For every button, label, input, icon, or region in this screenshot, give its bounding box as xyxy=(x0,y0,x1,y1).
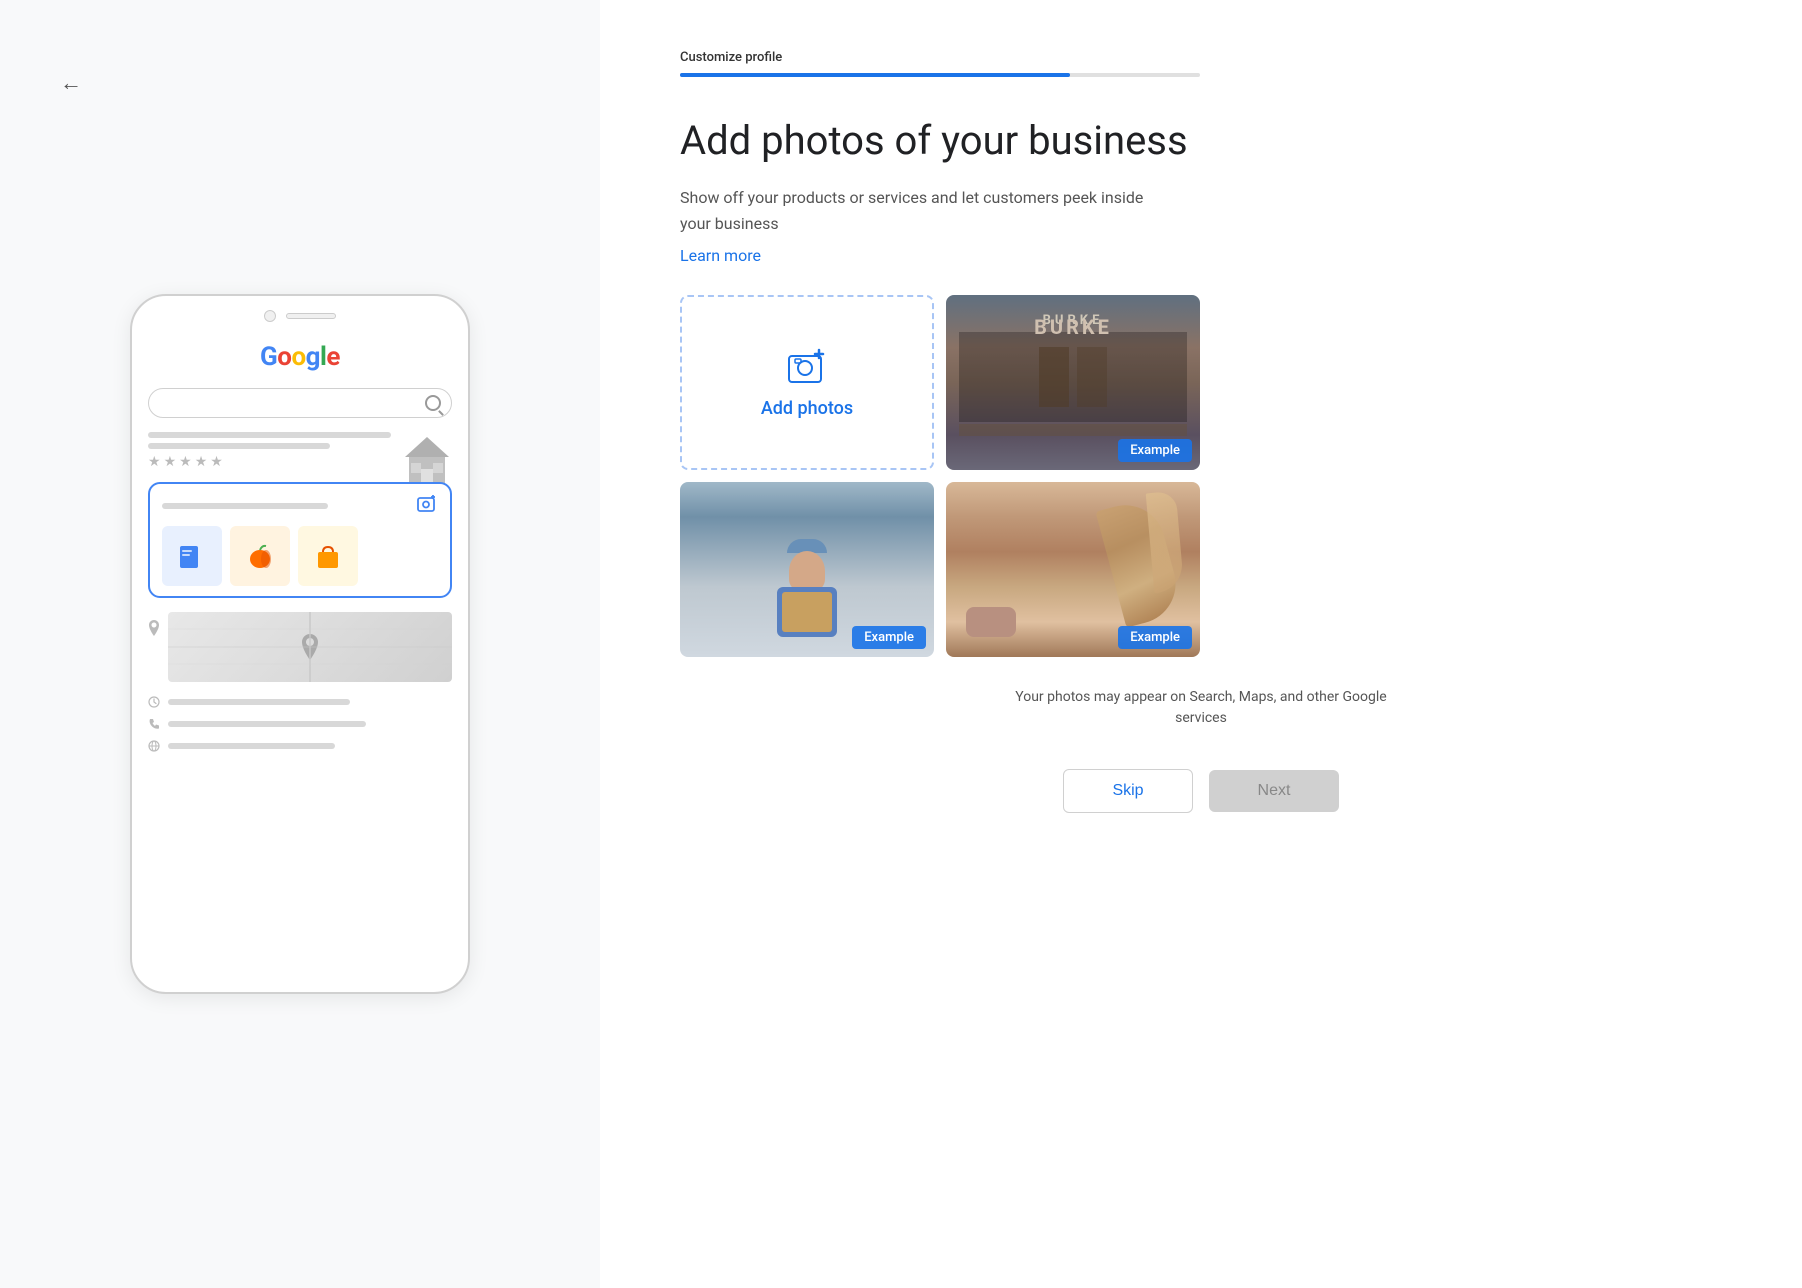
star-4: ★ xyxy=(195,454,208,470)
placeholder-line-2 xyxy=(148,443,330,449)
phone-search-bar xyxy=(148,388,452,418)
star-1: ★ xyxy=(148,454,161,470)
map-area xyxy=(148,612,452,682)
photo-grid: Add photos BURKE Example xyxy=(680,295,1200,657)
info-rows xyxy=(148,694,452,752)
learn-more-link[interactable]: Learn more xyxy=(680,246,1722,265)
google-logo: Google xyxy=(148,342,452,372)
location-icon xyxy=(148,620,160,636)
footer-note: Your photos may appear on Search, Maps, … xyxy=(1001,687,1401,729)
info-row-phone xyxy=(148,718,452,730)
phone-camera xyxy=(264,310,276,322)
example-photo-delivery: Example xyxy=(680,482,934,657)
example-photo-hair: Example xyxy=(946,482,1200,657)
star-3: ★ xyxy=(179,454,192,470)
phone-speaker xyxy=(286,313,336,319)
example-badge-burke: Example xyxy=(1118,439,1192,462)
info-row-hours xyxy=(148,696,452,708)
example-photo-burke: BURKE Example xyxy=(946,295,1200,470)
example-badge-hair: Example xyxy=(1118,626,1192,649)
thumb-2 xyxy=(230,526,290,586)
clock-icon xyxy=(148,696,160,708)
page-heading: Add photos of your business xyxy=(680,117,1240,165)
card-title-line xyxy=(162,503,328,509)
photo-card-header xyxy=(162,494,438,518)
progress-bar-container xyxy=(680,73,1200,77)
star-5: ★ xyxy=(210,454,223,470)
add-photo-icon-small xyxy=(416,494,438,518)
phone-top-bar xyxy=(132,296,468,328)
progress-label: Customize profile xyxy=(680,50,1722,65)
phone-mockup: Google ★ ★ ★ ★ ★ xyxy=(130,294,470,994)
map-grid xyxy=(168,612,452,682)
skip-button[interactable]: Skip xyxy=(1063,769,1193,813)
progress-section: Customize profile xyxy=(680,50,1722,77)
info-row-website xyxy=(148,740,452,752)
phone-content: Google ★ ★ ★ ★ ★ xyxy=(132,328,468,992)
thumb-3 xyxy=(298,526,358,586)
phone-icon xyxy=(148,718,160,730)
buttons-row: Skip Next xyxy=(680,769,1722,813)
right-panel: Customize profile Add photos of your bus… xyxy=(600,0,1802,1288)
add-photo-camera-icon xyxy=(785,346,829,386)
thumb-1 xyxy=(162,526,222,586)
search-icon xyxy=(425,395,441,411)
web-icon xyxy=(148,740,160,752)
add-photos-label: Add photos xyxy=(761,398,853,419)
add-photos-box[interactable]: Add photos xyxy=(680,295,934,470)
next-button[interactable]: Next xyxy=(1209,770,1339,812)
progress-bar-fill xyxy=(680,73,1070,77)
placeholder-line-1 xyxy=(148,432,391,438)
page-description: Show off your products or services and l… xyxy=(680,185,1160,236)
back-button[interactable]: ← xyxy=(60,70,82,96)
star-2: ★ xyxy=(164,454,177,470)
photo-thumbnails xyxy=(162,526,438,586)
photo-card xyxy=(148,482,452,598)
example-badge-delivery: Example xyxy=(852,626,926,649)
